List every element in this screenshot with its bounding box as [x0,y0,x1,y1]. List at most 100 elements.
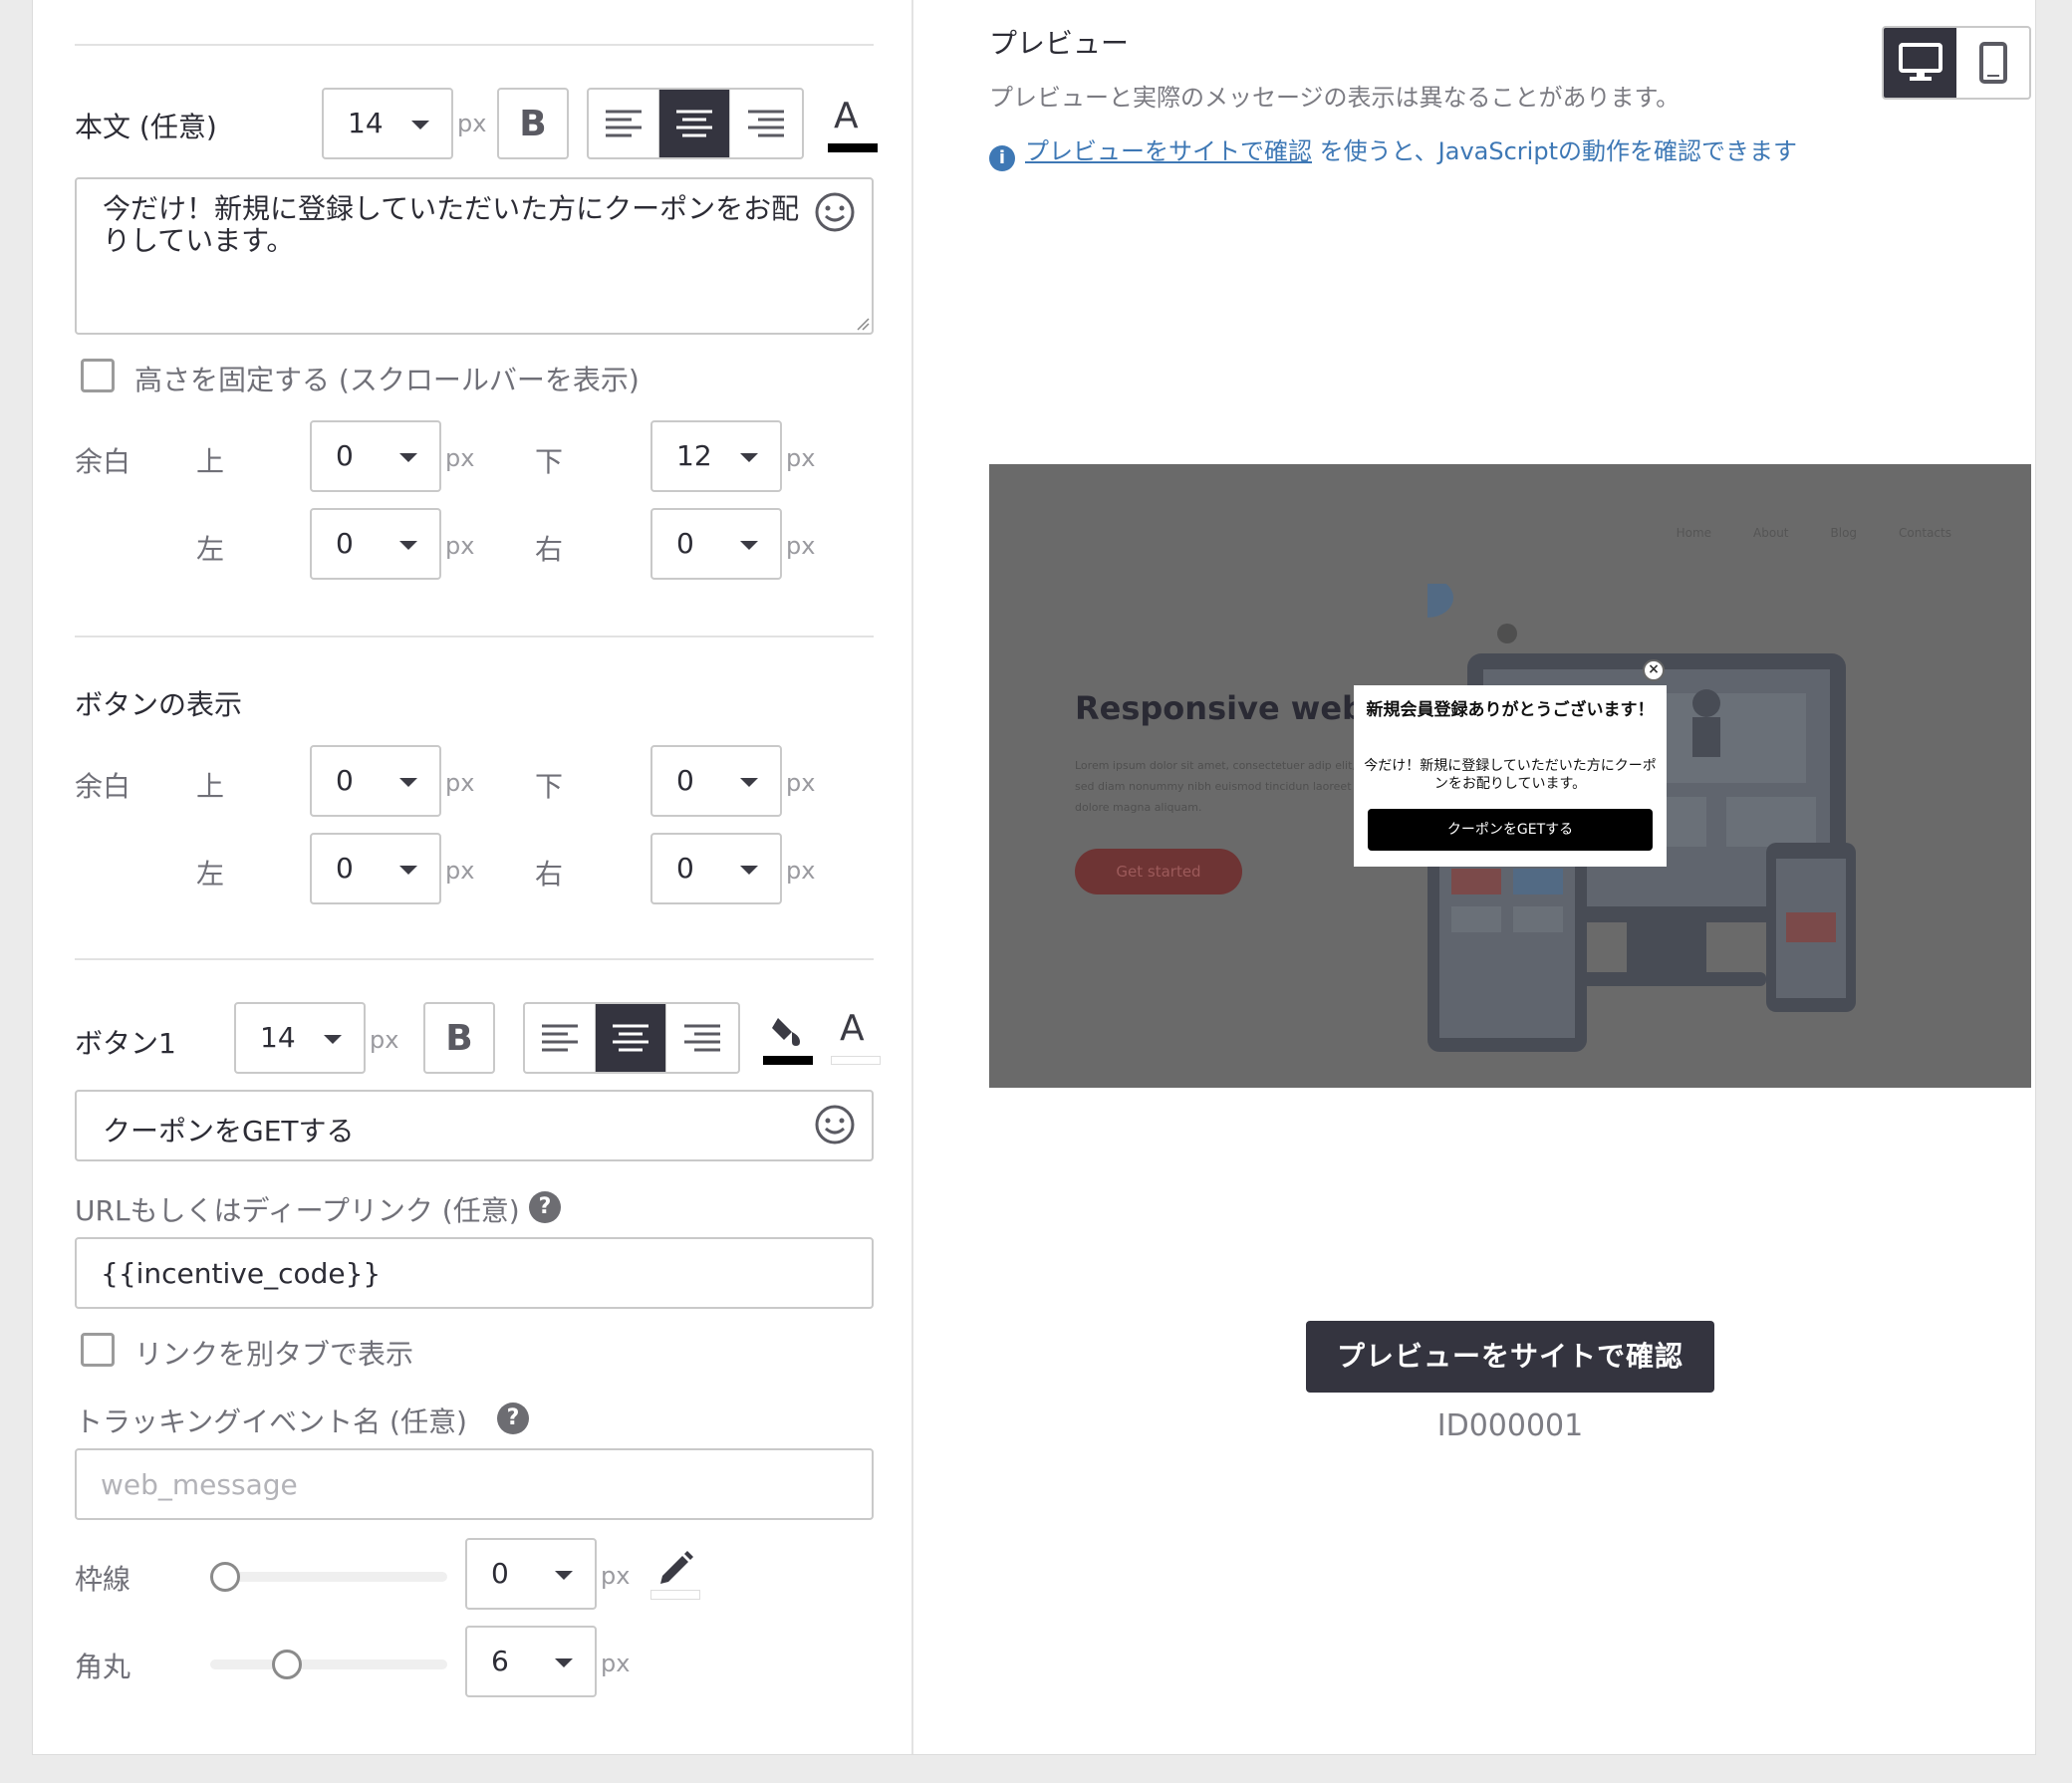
device-toggle [1882,26,2031,100]
modal-close-icon[interactable]: × [1643,659,1665,681]
body-font-size-value: 14 [348,107,384,139]
preview-stage: Home About Blog Contacts Responsive webs… [989,464,2031,1088]
preview-note: プレビューと実際のメッセージの表示は異なることがあります。 [989,84,1681,112]
tracking-input[interactable]: web_message [75,1448,874,1520]
btn-margin-top-value: 0 [336,764,354,797]
divider [75,636,874,637]
fixed-height-checkbox[interactable] [81,359,115,392]
align-left-button[interactable] [589,90,659,157]
info-icon: i [989,145,1015,171]
text-color-swatch [831,1056,881,1065]
chevron-down-icon [740,778,758,787]
preview-on-site-button[interactable]: プレビューをサイトで確認 [1306,1321,1714,1393]
px-unit: px [786,444,816,472]
align-center-icon [676,110,712,137]
help-icon[interactable]: ? [529,1191,561,1223]
btn-margin-left-select[interactable]: 0 [310,833,441,904]
btn-margin-bottom-value: 0 [676,764,694,797]
body-bold-button[interactable]: B [497,88,569,159]
body-margin-top-value: 0 [336,439,354,472]
preview-site-link[interactable]: プレビューをサイトで確認 [1025,137,1312,165]
url-input[interactable]: {{incentive_code}} [75,1237,874,1309]
align-right-button[interactable] [666,1004,737,1072]
body-align-group [587,88,804,159]
tracking-label: トラッキングイベント名 (任意) [75,1405,467,1438]
chevron-down-icon [740,453,758,462]
align-center-button[interactable] [659,90,730,157]
desktop-view-button[interactable] [1884,28,1956,98]
radius-select[interactable]: 6 [465,1626,597,1697]
chevron-down-icon [399,541,417,550]
chevron-down-icon [740,866,758,875]
body-font-size-select[interactable]: 14 [322,88,453,159]
chevron-down-icon [555,1658,573,1667]
chevron-down-icon [411,121,429,129]
mobile-view-button[interactable] [1956,28,2029,98]
body-margin-bottom-value: 12 [676,439,712,472]
px-unit: px [786,857,816,885]
border-slider-handle[interactable] [210,1562,240,1592]
btn-margin-bottom-select[interactable]: 0 [650,745,782,817]
button1-font-size-select[interactable]: 14 [234,1002,366,1074]
settings-panel: 本文 (任意) 14 px B A 今だけ！新規に登録していただいた方にクーポン… [33,0,913,1754]
site-lorem: Lorem ipsum dolor sit amet, consectetuer… [1075,759,1356,814]
align-left-icon [542,1024,578,1052]
px-unit: px [786,532,816,560]
site-nav-about: About [1753,526,1789,540]
px-unit: px [601,1650,631,1677]
text-color-icon: A [840,1008,865,1049]
body-text-area[interactable]: 今だけ！新規に登録していただいた方にクーポンをお配りしています。 [75,177,874,335]
button-text-color-button[interactable]: A [828,1008,884,1068]
btn-margin-top-select[interactable]: 0 [310,745,441,817]
modal-cta-button[interactable]: クーポンをGETする [1368,809,1653,851]
btn-margin-right-value: 0 [676,852,694,885]
radius-slider[interactable] [210,1659,447,1669]
button1-label: ボタン1 [75,1027,176,1060]
btn-margin-left-value: 0 [336,852,354,885]
button1-bold-button[interactable]: B [423,1002,495,1074]
chevron-down-icon [740,541,758,550]
btn-margin-right-select[interactable]: 0 [650,833,782,904]
button1-text-input[interactable]: クーポンをGETする [75,1090,874,1161]
body-margin-left-select[interactable]: 0 [310,508,441,580]
border-slider[interactable] [210,1572,447,1582]
site-nav-blog: Blog [1830,526,1858,540]
app-window: 本文 (任意) 14 px B A 今だけ！新規に登録していただいた方にクーポン… [32,0,2036,1755]
margin-label: 余白 [75,770,131,803]
site-nav-contacts: Contacts [1899,526,1951,540]
fill-color-button[interactable] [760,1008,816,1068]
modal-body: 今だけ！新規に登録していただいた方にクーポンをお配りしています。 [1364,758,1657,792]
body-margin-bottom-select[interactable]: 12 [650,420,782,492]
emoji-icon[interactable] [814,191,856,233]
bold-icon: B [445,1017,473,1059]
border-label: 枠線 [75,1563,131,1596]
new-tab-label: リンクを別タブで表示 [134,1338,414,1371]
margin-bottom-label: 下 [535,445,564,478]
body-margin-right-select[interactable]: 0 [650,508,782,580]
border-color-swatch [650,1590,700,1600]
bold-icon: B [519,103,547,144]
button1-font-size-value: 14 [260,1021,296,1054]
fill-color-swatch [763,1056,813,1065]
align-right-icon [747,110,784,137]
align-right-button[interactable] [730,90,801,157]
divider [75,44,874,46]
radius-slider-handle[interactable] [272,1650,303,1679]
border-color-button[interactable] [648,1550,702,1602]
new-tab-checkbox[interactable] [81,1333,115,1367]
help-icon[interactable]: ? [497,1402,529,1434]
border-width-value: 0 [491,1557,509,1590]
body-text-label: 本文 (任意) [75,111,217,143]
px-unit: px [445,857,475,885]
border-width-select[interactable]: 0 [465,1538,597,1610]
body-margin-right-value: 0 [676,527,694,560]
text-color-button[interactable]: A [824,92,884,155]
align-center-button[interactable] [596,1004,666,1072]
radius-value: 6 [491,1645,509,1677]
resize-handle-icon[interactable] [856,317,870,331]
body-margin-top-select[interactable]: 0 [310,420,441,492]
align-left-button[interactable] [525,1004,596,1072]
url-value: {{incentive_code}} [101,1257,382,1290]
emoji-icon[interactable] [814,1104,856,1146]
site-nav: Home About Blog Contacts [1677,526,1951,540]
